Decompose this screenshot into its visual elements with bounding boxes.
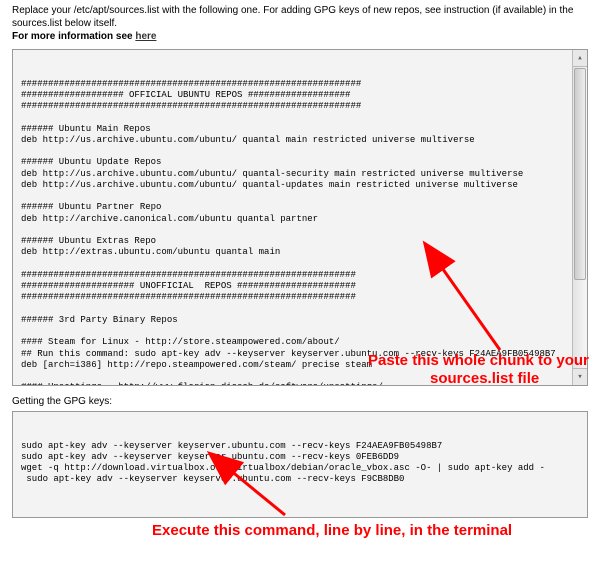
gpg-heading: Getting the GPG keys: [0,392,600,407]
more-info-prefix: For more information see [12,31,135,42]
sources-list-box: ########################################… [12,49,588,386]
here-link[interactable]: here [135,31,156,42]
scroll-down-arrow[interactable]: ▾ [573,368,587,385]
annotation-text-2: Execute this command, line by line, in t… [152,522,512,539]
gpg-keys-content: sudo apt-key adv --keyserver keyserver.u… [13,435,587,492]
instruction-line1: Replace your /etc/apt/sources.list with … [12,4,588,30]
sources-list-content: ########################################… [13,73,587,387]
instruction-text: Replace your /etc/apt/sources.list with … [0,0,600,45]
instruction-line2: For more information see here [12,30,588,43]
scroll-thumb[interactable] [574,68,586,280]
scrollbar[interactable]: ▴ ▾ [572,50,587,385]
scroll-up-arrow[interactable]: ▴ [573,50,587,67]
gpg-keys-box: sudo apt-key adv --keyserver keyserver.u… [12,411,588,518]
